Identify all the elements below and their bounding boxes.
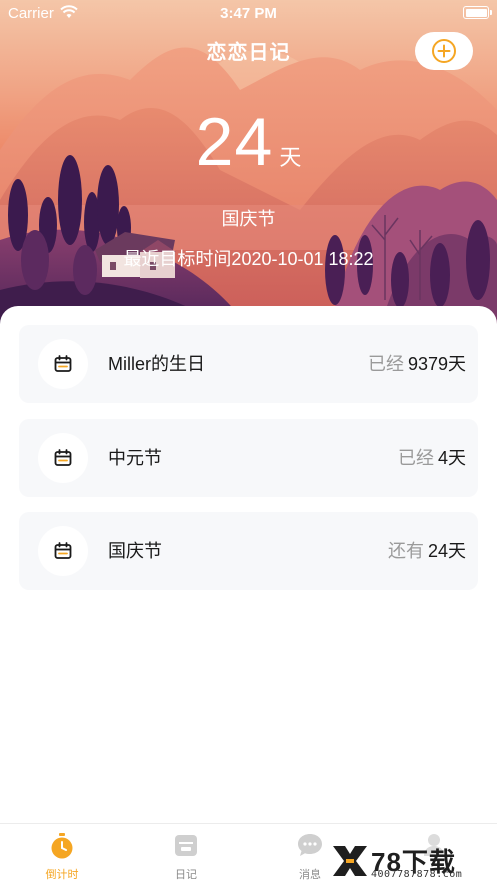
event-days-prefix: 已经 — [367, 354, 404, 374]
event-days: 已经 4天 — [398, 419, 466, 497]
calendar-icon — [38, 433, 88, 483]
calendar-icon — [38, 526, 88, 576]
event-days: 还有 24天 — [388, 512, 466, 590]
tab-label: 倒计时 — [45, 869, 79, 881]
tab-diary[interactable]: 日记 — [124, 824, 248, 884]
event-card[interactable]: 国庆节 还有 24天 — [19, 512, 478, 590]
watermark: 78下载 4007787878.com — [331, 840, 491, 882]
plus-circle-icon — [432, 39, 456, 63]
stopwatch-icon — [49, 832, 75, 865]
event-days-value: 4天 — [437, 448, 466, 468]
event-list-sheet: Miller的生日 已经 9379天 中元节 已经 4天 国庆节 还有 24天 — [0, 306, 497, 826]
add-event-button[interactable] — [415, 32, 473, 70]
status-time: 3:47 PM — [220, 5, 277, 22]
event-days-value: 9379天 — [407, 354, 466, 374]
event-days: 已经 9379天 — [368, 325, 466, 403]
event-card[interactable]: Miller的生日 已经 9379天 — [19, 325, 478, 403]
diary-icon — [174, 832, 198, 863]
event-days-prefix: 已经 — [397, 448, 434, 468]
countdown-number: 24 — [195, 104, 274, 180]
status-bar: Carrier 3:47 PM — [0, 0, 497, 26]
countdown-unit: 天 — [279, 145, 302, 170]
event-name: 国庆节 — [108, 541, 162, 561]
event-card[interactable]: 中元节 已经 4天 — [19, 419, 478, 497]
event-days-value: 24天 — [427, 541, 466, 561]
message-icon — [296, 832, 324, 863]
calendar-icon — [38, 339, 88, 389]
battery-icon — [463, 6, 492, 19]
countdown-display: 24 天 — [0, 103, 497, 181]
tab-countdown[interactable]: 倒计时 — [0, 824, 124, 884]
event-days-prefix: 还有 — [387, 541, 424, 561]
watermark-sub: 4007787878.com — [371, 869, 463, 880]
target-time: 最近目标时间2020-10-01 18:22 — [123, 249, 374, 269]
event-name: 中元节 — [108, 448, 162, 468]
watermark-logo — [333, 846, 367, 876]
tab-label: 日记 — [175, 869, 197, 881]
event-name: Miller的生日 — [108, 354, 205, 374]
target-event-name: 国庆节 — [221, 209, 276, 229]
